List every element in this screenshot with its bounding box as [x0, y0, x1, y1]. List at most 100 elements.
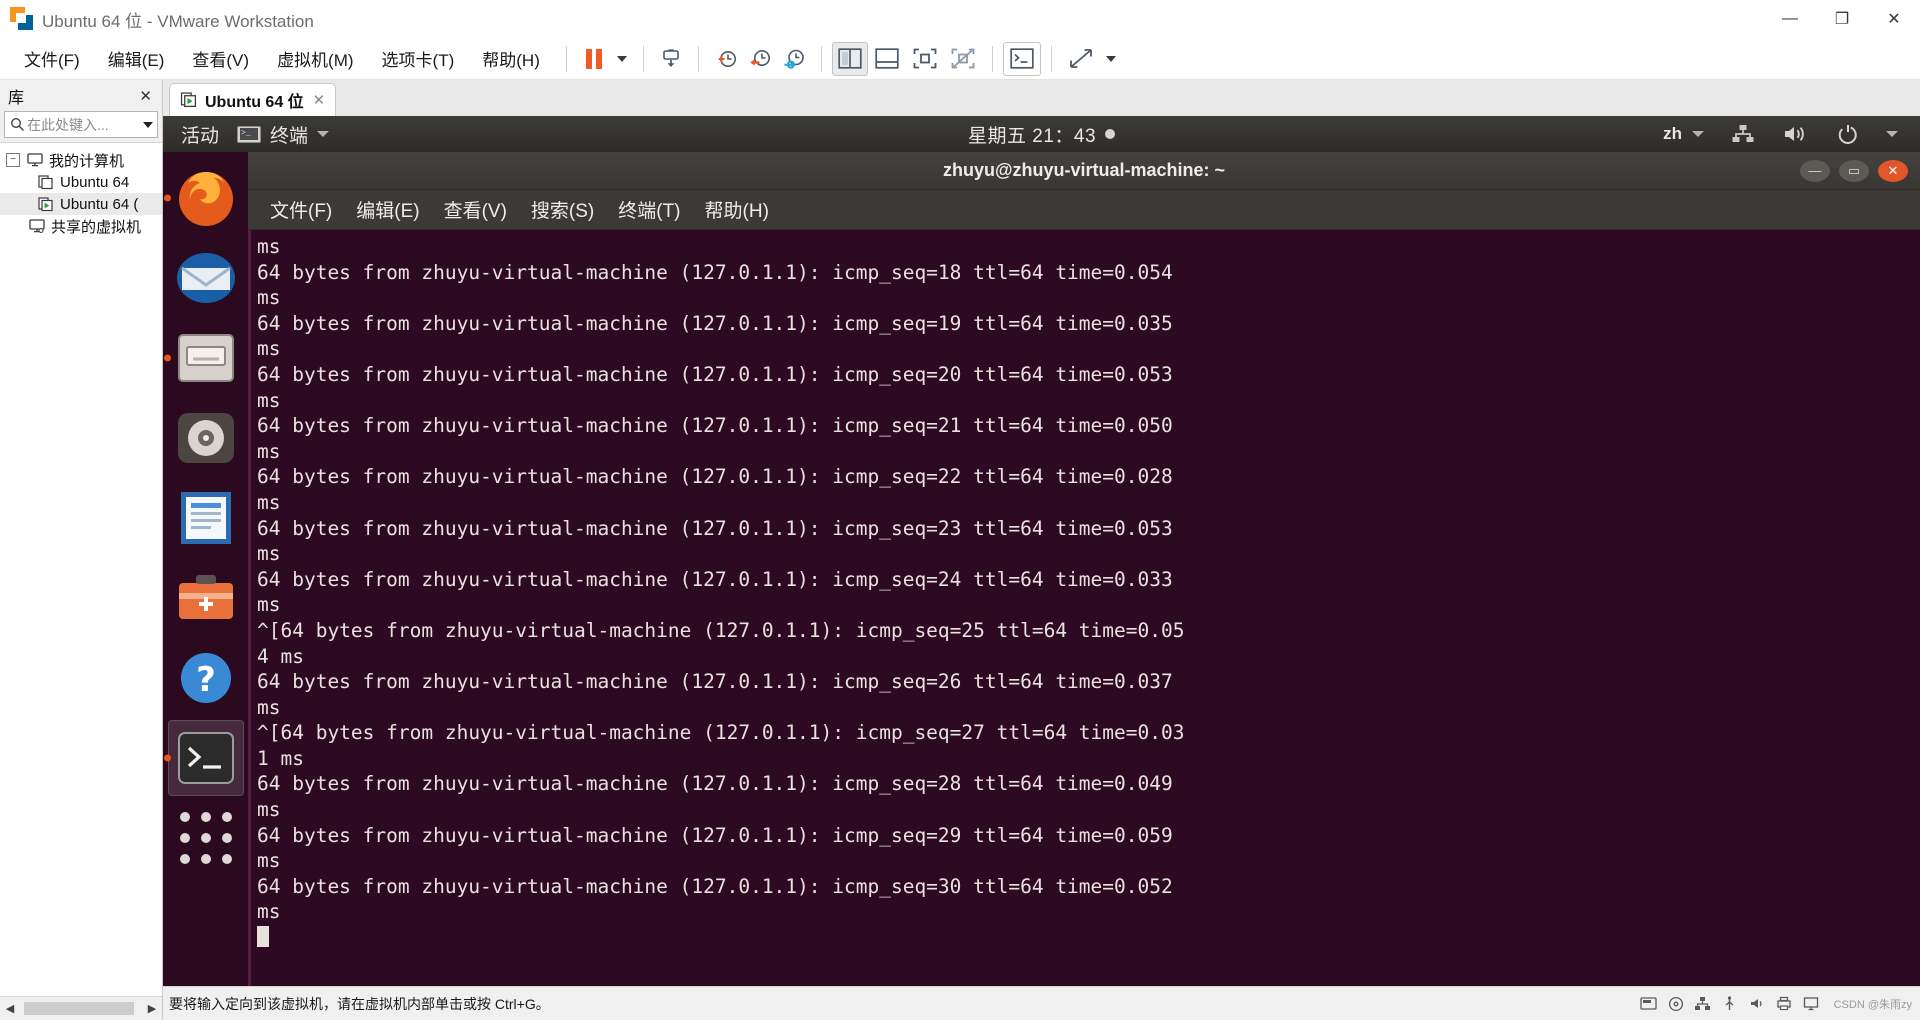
window-title: Ubuntu 64 位 - VMware Workstation — [42, 11, 314, 31]
menu-view[interactable]: 查看(V) — [180, 40, 261, 77]
toolbar-separator — [991, 45, 993, 72]
terminal-output[interactable]: ms 64 bytes from zhuyu-virtual-machine (1… — [248, 230, 1920, 986]
terminal-line: ^[64 bytes from zhuyu-virtual-machine (1… — [257, 721, 1185, 745]
menu-help[interactable]: 帮助(H) — [470, 40, 552, 77]
search-icon — [7, 117, 27, 132]
terminal-line: 64 bytes from zhuyu-virtual-machine (127… — [257, 823, 1173, 847]
power-manage-icon[interactable] — [654, 43, 688, 75]
menu-edit[interactable]: 编辑(E) — [96, 40, 177, 77]
dock-item-rhythmbox[interactable] — [168, 400, 244, 476]
menu-tabs[interactable]: 选项卡(T) — [370, 40, 467, 77]
suspend-dropdown-icon[interactable] — [611, 43, 633, 75]
tree-item-label: 我的计算机 — [49, 152, 125, 170]
window-minimize-button[interactable]: — — [1764, 0, 1816, 38]
menu-file[interactable]: 文件(F) — [12, 40, 92, 77]
dock-item-help[interactable]: ? — [168, 640, 244, 716]
power-icon[interactable] — [1836, 123, 1860, 145]
snapshot-revert-icon[interactable] — [743, 43, 777, 75]
gnome-clock-area[interactable]: 星期五 21：43 — [163, 121, 1920, 148]
ime-indicator[interactable]: zh — [1663, 124, 1704, 144]
current-app-menu[interactable]: >_ 终端 — [237, 121, 330, 148]
chevron-down-icon[interactable] — [1886, 131, 1898, 137]
dock-item-firefox[interactable] — [163, 160, 244, 236]
usb-icon[interactable] — [1720, 994, 1740, 1014]
terminal-menu-search[interactable]: 搜索(S) — [531, 196, 594, 223]
terminal-menu-help[interactable]: 帮助(H) — [705, 196, 769, 223]
display-icon[interactable] — [1801, 994, 1821, 1014]
vm-tab-close-button[interactable]: ✕ — [311, 91, 328, 109]
printer-icon[interactable] — [1774, 994, 1794, 1014]
terminal-minimize-button[interactable]: — — [1800, 159, 1830, 182]
vm-tab-label: Ubuntu 64 位 — [205, 94, 304, 111]
stretch-dropdown-icon[interactable] — [1100, 43, 1122, 75]
sound-icon[interactable] — [1747, 994, 1767, 1014]
terminal-line: ms — [257, 593, 281, 617]
stretch-icon[interactable] — [1062, 43, 1100, 75]
terminal-menu-terminal[interactable]: 终端(T) — [618, 196, 680, 223]
chevron-down-icon[interactable] — [1692, 131, 1704, 137]
cd-icon[interactable] — [1666, 994, 1686, 1014]
gnome-bar-left: 活动 >_ 终端 — [163, 121, 330, 148]
terminal-close-button[interactable]: ✕ — [1878, 159, 1908, 182]
terminal-line: ^[64 bytes from zhuyu-virtual-machine (1… — [257, 618, 1185, 642]
fullscreen-icon[interactable] — [906, 43, 944, 75]
dock-item-libreoffice-writer[interactable] — [168, 480, 244, 556]
show-console-view-icon[interactable] — [868, 43, 906, 75]
toolbar-separator — [820, 45, 822, 72]
activities-button[interactable]: 活动 — [181, 121, 219, 148]
scrollbar-track[interactable] — [20, 997, 142, 1020]
menu-vm[interactable]: 虚拟机(M) — [265, 40, 365, 77]
network-icon[interactable] — [1730, 123, 1756, 145]
guest-screen[interactable]: 活动 >_ 终端 星期五 21：43 zh ? zhuyu@zhuyu-virt… — [163, 116, 1920, 986]
chevron-down-icon[interactable] — [317, 131, 330, 137]
suspend-icon[interactable] — [577, 43, 611, 75]
running-indicator-icon — [163, 354, 171, 362]
terminal-menu-file[interactable]: 文件(F) — [270, 196, 332, 223]
terminal-menu-edit[interactable]: 编辑(E) — [356, 196, 419, 223]
scroll-right-button[interactable]: ▶ — [142, 997, 162, 1020]
window-maximize-button[interactable]: ❐ — [1816, 0, 1868, 38]
library-search-box[interactable]: 在此处键入... — [4, 111, 158, 138]
scroll-left-button[interactable]: ◀ — [0, 997, 20, 1020]
console-icon[interactable] — [1002, 41, 1041, 76]
network-adapter-icon[interactable] — [1693, 994, 1713, 1014]
terminal-cursor — [257, 925, 1920, 951]
unity-icon[interactable] — [944, 43, 982, 75]
scrollbar-thumb[interactable] — [24, 1001, 134, 1015]
expander-icon[interactable]: − — [6, 153, 20, 167]
rhythmbox-icon — [175, 409, 237, 467]
terminal-line: ms — [257, 695, 281, 719]
volume-icon[interactable] — [1782, 123, 1810, 145]
search-input[interactable]: 在此处键入... — [27, 115, 141, 135]
tree-item-my-computer[interactable]: − 我的计算机 — [0, 149, 162, 171]
dock-item-ubuntu-software[interactable] — [168, 560, 244, 636]
chevron-down-icon[interactable] — [141, 121, 155, 128]
library-close-button[interactable]: ✕ — [135, 87, 156, 105]
terminal-menu-view[interactable]: 查看(V) — [444, 196, 507, 223]
thunderbird-icon — [175, 249, 237, 307]
window-titlebar: Ubuntu 64 位 - VMware Workstation — ❐ ✕ — [0, 0, 1920, 38]
tree-item-ubuntu-64-running[interactable]: Ubuntu 64 ( — [0, 193, 162, 215]
show-library-icon[interactable] — [831, 41, 868, 76]
vm-tab-ubuntu[interactable]: Ubuntu 64 位 ✕ — [169, 83, 337, 116]
dock-item-files[interactable] — [163, 320, 244, 396]
tree-item-shared-vms[interactable]: 共享的虚拟机 — [0, 215, 162, 237]
snapshot-take-icon[interactable] — [709, 43, 743, 75]
terminal-maximize-button[interactable]: ▭ — [1839, 159, 1869, 182]
dock-item-thunderbird[interactable] — [168, 240, 244, 316]
harddisk-icon[interactable] — [1639, 994, 1659, 1014]
tree-item-label: Ubuntu 64 ( — [60, 195, 139, 213]
snapshot-manage-icon[interactable] — [777, 43, 811, 75]
ubuntu-software-icon — [175, 569, 237, 627]
tree-item-ubuntu-64[interactable]: Ubuntu 64 — [0, 171, 162, 193]
running-indicator-icon — [163, 754, 171, 762]
window-close-button[interactable]: ✕ — [1868, 0, 1920, 38]
terminal-titlebar: zhuyu@zhuyu-virtual-machine: ~ — ▭ ✕ — [248, 152, 1920, 190]
toolbar-separator — [697, 45, 699, 72]
library-horizontal-scrollbar[interactable]: ◀ ▶ — [0, 996, 162, 1020]
dock-item-terminal[interactable] — [163, 720, 244, 796]
terminal-line: 64 bytes from zhuyu-virtual-machine (127… — [257, 874, 1173, 898]
show-applications-icon[interactable] — [168, 800, 244, 876]
notification-dot-icon — [1105, 129, 1116, 139]
running-indicator-icon — [163, 194, 171, 202]
